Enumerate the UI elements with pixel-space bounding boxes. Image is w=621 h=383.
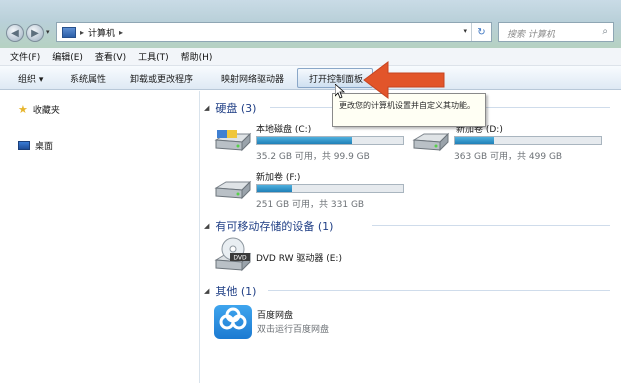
- back-arrow-icon: ◀: [11, 27, 19, 39]
- menu-tools[interactable]: 工具(T): [138, 50, 169, 63]
- sidebar-item-label: 收藏夹: [32, 106, 60, 116]
- sidebar-item-desktop[interactable]: 桌面: [18, 139, 53, 152]
- drive-name: 新加卷 (F:): [256, 173, 301, 183]
- breadcrumb-separator: ▸: [80, 27, 85, 37]
- window-titlebar: ◀ ▶ ▾ ▸ 计算机 ▸ ▾ ↻ 搜索 计算机 ⌕: [0, 0, 621, 48]
- drive-e-dvd[interactable]: DVD DVD RW 驱动器 (E:): [214, 236, 414, 276]
- map-network-drive-button[interactable]: 映射网络驱动器: [221, 72, 284, 85]
- forward-arrow-icon: ▶: [31, 27, 39, 39]
- computer-icon: [62, 26, 76, 38]
- cloud-icon: [219, 307, 247, 330]
- sidebar-item-label: 桌面: [35, 142, 54, 152]
- group-divider: [372, 225, 610, 226]
- group-title: 其他 (1): [215, 285, 257, 298]
- drive-free-space: 363 GB 可用，共 499 GB: [454, 152, 563, 162]
- dvd-icon-label: DVD: [233, 255, 247, 262]
- drive-f[interactable]: 新加卷 (F:) 251 GB 可用，共 331 GB: [214, 168, 414, 212]
- uninstall-program-button[interactable]: 卸载或更改程序: [130, 72, 193, 85]
- address-dropdown-icon[interactable]: ▾: [463, 27, 467, 35]
- system-properties-button[interactable]: 系统属性: [70, 72, 106, 85]
- group-divider: [268, 290, 610, 291]
- history-dropdown-icon[interactable]: ▾: [46, 28, 50, 36]
- breadcrumb-computer[interactable]: 计算机: [88, 26, 115, 39]
- star-icon: ★: [18, 103, 28, 116]
- hard-drive-icon: [214, 130, 252, 152]
- drive-name: DVD RW 驱动器 (E:): [256, 254, 342, 264]
- dvd-drive-icon: DVD: [214, 237, 252, 272]
- group-title: 有可移动存储的设备 (1): [215, 220, 334, 233]
- command-toolbar: 组织 ▾ 系统属性 卸载或更改程序 映射网络驱动器 打开控制面板: [0, 66, 621, 90]
- drive-usage-bar: [454, 136, 602, 145]
- collapse-triangle-icon: ◢: [204, 104, 210, 112]
- sidebar-item-favorites[interactable]: ★ 收藏夹: [18, 103, 60, 116]
- collapse-triangle-icon: ◢: [204, 222, 210, 230]
- breadcrumb-separator[interactable]: ▸: [119, 28, 123, 37]
- menu-file[interactable]: 文件(F): [10, 50, 40, 63]
- baidu-netdisk-icon[interactable]: [214, 305, 252, 339]
- desktop-icon: [18, 141, 30, 150]
- search-icon: ⌕: [602, 26, 608, 37]
- app-name[interactable]: 百度网盘: [257, 308, 293, 321]
- forward-button[interactable]: ▶: [26, 24, 44, 42]
- annotation-arrow-icon: [363, 61, 445, 99]
- drive-usage-fill: [455, 137, 495, 144]
- menu-help[interactable]: 帮助(H): [181, 50, 213, 63]
- back-button[interactable]: ◀: [6, 24, 24, 42]
- refresh-icon: ↻: [477, 26, 486, 38]
- menu-view[interactable]: 查看(V): [95, 50, 126, 63]
- search-placeholder: 搜索 计算机: [507, 30, 555, 40]
- group-header-other[interactable]: ◢ 其他 (1): [204, 283, 256, 299]
- menu-edit[interactable]: 编辑(E): [52, 50, 83, 63]
- group-header-hdd[interactable]: ◢ 硬盘 (3): [204, 100, 256, 116]
- drive-usage-fill: [257, 185, 293, 192]
- address-bar[interactable]: ▸ 计算机 ▸ ▾ ↻: [56, 22, 492, 42]
- drive-usage-fill: [257, 137, 352, 144]
- drive-free-space: 251 GB 可用，共 331 GB: [256, 200, 365, 210]
- drive-name: 本地磁盘 (C:): [256, 125, 312, 135]
- drive-usage-bar: [256, 136, 404, 145]
- refresh-button[interactable]: ↻: [471, 23, 491, 41]
- hard-drive-icon: [214, 180, 252, 200]
- search-input[interactable]: 搜索 计算机 ⌕: [498, 22, 614, 42]
- tooltip-text: 更改您的计算机设置并自定义其功能。: [339, 101, 475, 110]
- app-description: 双击运行百度网盘: [257, 325, 330, 335]
- group-header-removable[interactable]: ◢ 有可移动存储的设备 (1): [204, 218, 333, 234]
- group-title: 硬盘 (3): [215, 102, 257, 115]
- organize-button[interactable]: 组织 ▾: [18, 72, 43, 85]
- menu-bar: 文件(F) 编辑(E) 查看(V) 工具(T) 帮助(H): [0, 48, 621, 66]
- hard-drive-icon: [412, 132, 450, 152]
- drive-free-space: 35.2 GB 可用，共 99.9 GB: [256, 152, 370, 162]
- drive-usage-bar: [256, 184, 404, 193]
- collapse-triangle-icon: ◢: [204, 287, 210, 295]
- mouse-cursor-icon: [335, 84, 345, 99]
- navigation-pane: ★ 收藏夹 桌面: [0, 91, 200, 383]
